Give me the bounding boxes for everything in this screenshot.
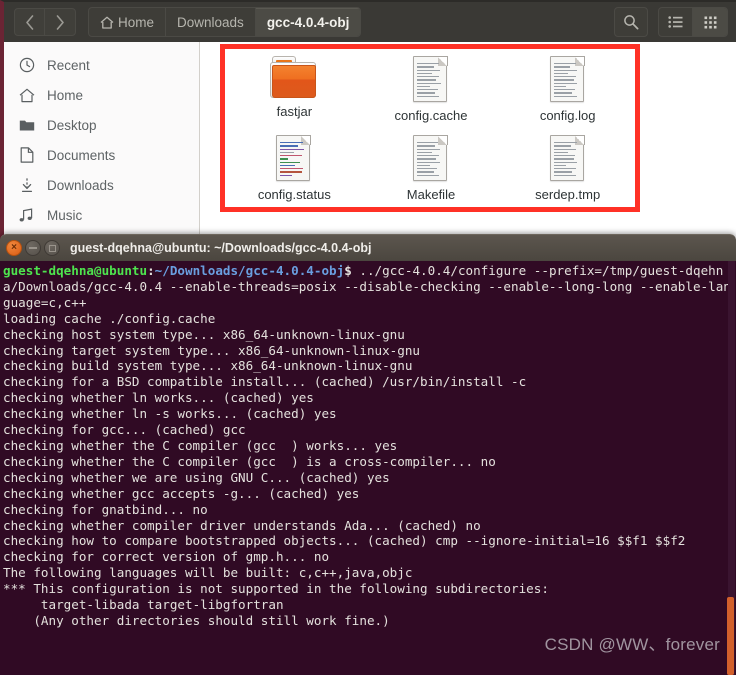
sidebar-label-recent: Recent [47,57,90,73]
document-icon [410,56,452,104]
search-button[interactable] [614,7,648,37]
file-item-config-status[interactable]: config.status [226,129,363,202]
terminal-body[interactable]: guest-dqehna@ubuntu:~/Downloads/gcc-4.0.… [0,261,736,675]
sidebar-label-documents: Documents [47,147,116,163]
folder-icon [18,117,35,134]
file-label: fastjar [276,104,313,119]
file-item-serdep-tmp[interactable]: serdep.tmp [499,129,636,202]
clock-icon [18,57,35,74]
back-button[interactable] [15,9,45,35]
terminal-window: × guest-dqehna@ubuntu: ~/Downloads/gcc-4… [0,234,736,675]
sidebar: Recent Home Desktop Documents Downloads … [4,42,200,240]
chevron-right-icon [56,14,64,30]
grid-view-icon [704,16,716,28]
sidebar-label-home: Home [47,87,84,103]
watermark: CSDN @WW、forever [544,635,720,654]
sidebar-label-desktop: Desktop [47,117,97,133]
sidebar-item-music[interactable]: Music [4,200,199,230]
breadcrumb-label-downloads: Downloads [177,14,244,30]
terminal-scrollbar-thumb[interactable] [727,597,734,675]
breadcrumb-label-home: Home [118,14,155,30]
sidebar-label-music: Music [47,207,83,223]
file-item-makefile[interactable]: Makefile [363,129,500,202]
list-view-button[interactable] [659,8,693,36]
breadcrumb-item-home[interactable]: Home [89,8,167,36]
folder-icon [270,56,318,100]
header-right-controls [614,7,728,37]
breadcrumb-item-current[interactable]: gcc-4.0.4-obj [255,8,361,36]
file-label: serdep.tmp [535,187,601,202]
breadcrumb: Home Downloads gcc-4.0.4-obj [88,7,362,37]
file-grid: fastjar config.cache config.log config.s… [226,50,636,202]
terminal-output-text: loading cache ./config.cache checking ho… [3,310,686,628]
maximize-icon [48,244,56,252]
document-icon [18,147,35,164]
terminal-prompt-sigil: $ [344,263,360,278]
sidebar-item-downloads[interactable]: Downloads [4,170,199,200]
navigation-buttons [14,8,76,36]
breadcrumb-item-downloads[interactable]: Downloads [166,8,256,36]
maximize-button[interactable] [44,240,60,256]
grid-view-button[interactable] [693,8,727,36]
minimize-button[interactable] [25,240,41,256]
file-label: Makefile [406,187,456,202]
sidebar-item-documents[interactable]: Documents [4,140,199,170]
terminal-output: guest-dqehna@ubuntu:~/Downloads/gcc-4.0.… [3,263,736,629]
breadcrumb-label-current: gcc-4.0.4-obj [266,14,350,30]
home-icon [18,87,35,104]
sidebar-item-recent[interactable]: Recent [4,50,199,80]
view-mode-toggle [658,7,728,37]
document-icon [547,56,589,104]
search-icon [624,15,639,30]
forward-button[interactable] [45,9,75,35]
close-button[interactable]: × [6,240,22,256]
sidebar-item-desktop[interactable]: Desktop [4,110,199,140]
terminal-scrollbar[interactable] [727,261,735,675]
terminal-title-bar[interactable]: × guest-dqehna@ubuntu: ~/Downloads/gcc-4… [0,234,736,261]
terminal-prompt-user: guest-dqehna@ubuntu [3,263,148,278]
window-controls: × [6,240,60,256]
terminal-title-text: guest-dqehna@ubuntu: ~/Downloads/gcc-4.0… [70,241,372,255]
file-label: config.status [257,187,331,202]
file-list-area[interactable]: fastjar config.cache config.log config.s… [200,42,736,240]
file-label: config.log [539,108,596,123]
home-icon [100,16,114,29]
chevron-left-icon [26,14,34,30]
sidebar-item-home[interactable]: Home [4,80,199,110]
music-note-icon [18,207,35,224]
sidebar-label-downloads: Downloads [47,177,114,193]
document-icon [547,135,589,183]
file-label: config.cache [394,108,468,123]
download-arrow-icon [18,177,35,194]
document-icon [273,135,315,183]
file-item-fastjar[interactable]: fastjar [226,50,363,123]
document-icon [410,135,452,183]
minimize-icon [29,247,37,249]
terminal-prompt-cwd: ~/Downloads/gcc-4.0.4-obj [154,263,345,278]
terminal-prompt-separator: : [147,263,155,278]
file-manager-window: Home Downloads gcc-4.0.4-obj Recent Home… [0,0,736,240]
file-manager-body: Recent Home Desktop Documents Downloads … [4,42,736,240]
list-view-icon [668,16,683,28]
file-item-config-log[interactable]: config.log [499,50,636,123]
file-manager-header: Home Downloads gcc-4.0.4-obj [4,2,736,42]
file-item-config-cache[interactable]: config.cache [363,50,500,123]
screen: Home Downloads gcc-4.0.4-obj Recent Home… [0,0,736,675]
